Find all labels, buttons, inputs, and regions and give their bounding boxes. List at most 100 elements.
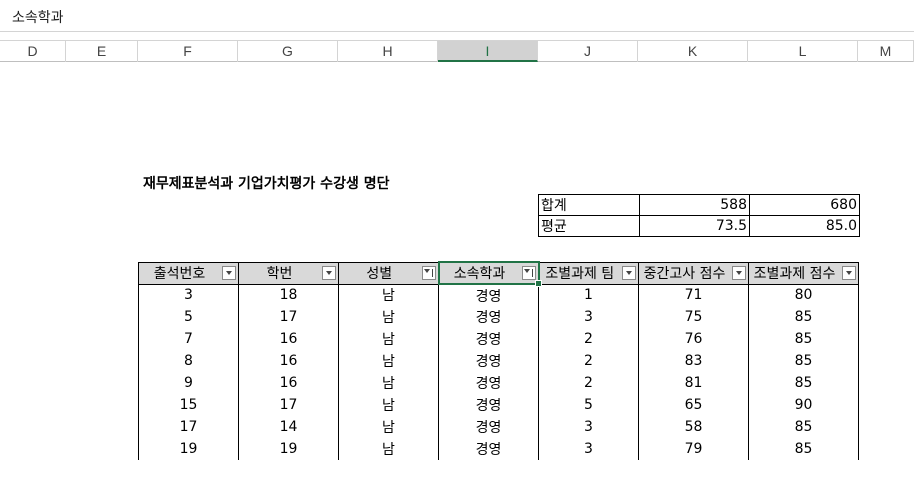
table-cell[interactable]: 17 [238,306,339,328]
column-header-l[interactable]: L [748,41,858,62]
summary-row-average: 평균 73.5 85.0 [538,215,860,237]
table-cell[interactable]: 남 [338,350,439,372]
table-cell[interactable]: 경영 [438,284,539,306]
table-cell[interactable]: 8 [138,350,239,372]
table-cell[interactable]: 남 [338,416,439,438]
table-cell[interactable]: 90 [748,394,859,416]
table-cell[interactable]: 경영 [438,372,539,394]
table-cell[interactable]: 경영 [438,350,539,372]
table-cell[interactable]: 58 [638,416,749,438]
table-cell[interactable]: 7 [138,328,239,350]
filter-dropdown-icon[interactable] [842,265,856,280]
table-cell[interactable]: 85 [748,328,859,350]
table-cell[interactable]: 18 [238,284,339,306]
selection-fill-handle[interactable] [535,280,542,287]
table-cell[interactable]: 9 [138,372,239,394]
table-cell[interactable]: 19 [138,438,239,460]
table-cell[interactable]: 2 [538,350,639,372]
table-cell[interactable]: 5 [138,306,239,328]
filter-dropdown-icon[interactable] [622,265,636,280]
table-row: 9 16 남 경영 2 81 85 [138,372,859,394]
table-cell[interactable]: 79 [638,438,749,460]
column-header-m[interactable]: M [858,41,914,62]
summary-value[interactable]: 73.5 [639,215,750,237]
table-cell[interactable]: 85 [748,372,859,394]
table-cell[interactable]: 14 [238,416,339,438]
table-cell[interactable]: 75 [638,306,749,328]
summary-label[interactable]: 평균 [538,215,640,237]
filter-dropdown-icon[interactable] [222,265,236,280]
table-cell[interactable]: 3 [538,416,639,438]
table-cell[interactable]: 3 [138,284,239,306]
summary-value[interactable]: 588 [639,194,750,216]
table-cell[interactable]: 3 [538,438,639,460]
filter-active-icon[interactable] [421,265,436,280]
table-cell[interactable]: 85 [748,438,859,460]
table-cell[interactable]: 17 [138,416,239,438]
table-cell[interactable]: 85 [748,306,859,328]
table-cell[interactable]: 남 [338,284,439,306]
table-cell[interactable]: 65 [638,394,749,416]
table-cell[interactable]: 16 [238,328,339,350]
summary-row-total: 합계 588 680 [538,194,860,216]
summary-label[interactable]: 합계 [538,194,640,216]
formula-bar-value[interactable]: 소속학과 [12,7,64,27]
table-cell[interactable]: 남 [338,372,439,394]
table-cell[interactable]: 남 [338,328,439,350]
table-row: 19 19 남 경영 3 79 85 [138,438,859,460]
table-row: 3 18 남 경영 1 71 80 [138,284,859,306]
table-cell[interactable]: 경영 [438,394,539,416]
column-header-i[interactable]: I [438,41,538,62]
table-cell[interactable]: 15 [138,394,239,416]
summary-value[interactable]: 680 [749,194,860,216]
table-cell[interactable]: 남 [338,438,439,460]
table-cell[interactable]: 1 [538,284,639,306]
table-row: 5 17 남 경영 3 75 85 [138,306,859,328]
filter-dropdown-icon[interactable] [322,265,336,280]
table-row: 17 14 남 경영 3 58 85 [138,416,859,438]
table-cell[interactable]: 경영 [438,416,539,438]
column-header-e[interactable]: E [66,41,138,62]
formula-bar[interactable]: 소속학과 [0,0,914,32]
column-header-g[interactable]: G [238,41,338,62]
table-cell[interactable]: 남 [338,394,439,416]
header-gender[interactable]: 성별 [338,261,439,285]
header-team-score[interactable]: 조별과제 점수 [748,261,859,285]
table-cell[interactable]: 경영 [438,306,539,328]
summary-table: 합계 588 680 평균 73.5 85.0 [538,194,860,237]
column-header-k[interactable]: K [638,41,748,62]
table-cell[interactable]: 16 [238,350,339,372]
header-department[interactable]: 소속학과 [437,261,540,285]
column-header-d[interactable]: D [0,41,66,62]
header-student-id[interactable]: 학번 [238,261,339,285]
table-cell[interactable]: 17 [238,394,339,416]
table-cell[interactable]: 76 [638,328,749,350]
table-cell[interactable]: 5 [538,394,639,416]
table-cell[interactable]: 80 [748,284,859,306]
column-header-row: D E F G H I J K L M [0,40,914,62]
table-row: 7 16 남 경영 2 76 85 [138,328,859,350]
table-cell[interactable]: 2 [538,328,639,350]
filter-active-icon[interactable] [521,266,536,280]
table-cell[interactable]: 81 [638,372,749,394]
table-cell[interactable]: 남 [338,306,439,328]
table-cell[interactable]: 3 [538,306,639,328]
table-cell[interactable]: 16 [238,372,339,394]
column-header-h[interactable]: H [338,41,438,62]
table-cell[interactable]: 83 [638,350,749,372]
table-cell[interactable]: 85 [748,350,859,372]
column-header-j[interactable]: J [538,41,638,62]
table-cell[interactable]: 19 [238,438,339,460]
table-header-row: 출석번호 학번 성별 소속학과 조별과제 팀 중간고사 점수 조별과제 점수 [138,261,859,285]
filter-dropdown-icon[interactable] [732,265,746,280]
table-cell[interactable]: 경영 [438,328,539,350]
summary-value[interactable]: 85.0 [749,215,860,237]
header-midterm-score[interactable]: 중간고사 점수 [638,261,749,285]
table-cell[interactable]: 71 [638,284,749,306]
header-team[interactable]: 조별과제 팀 [538,261,639,285]
table-cell[interactable]: 2 [538,372,639,394]
column-header-f[interactable]: F [138,41,238,62]
table-cell[interactable]: 경영 [438,438,539,460]
table-cell[interactable]: 85 [748,416,859,438]
header-attendance-no[interactable]: 출석번호 [138,261,239,285]
